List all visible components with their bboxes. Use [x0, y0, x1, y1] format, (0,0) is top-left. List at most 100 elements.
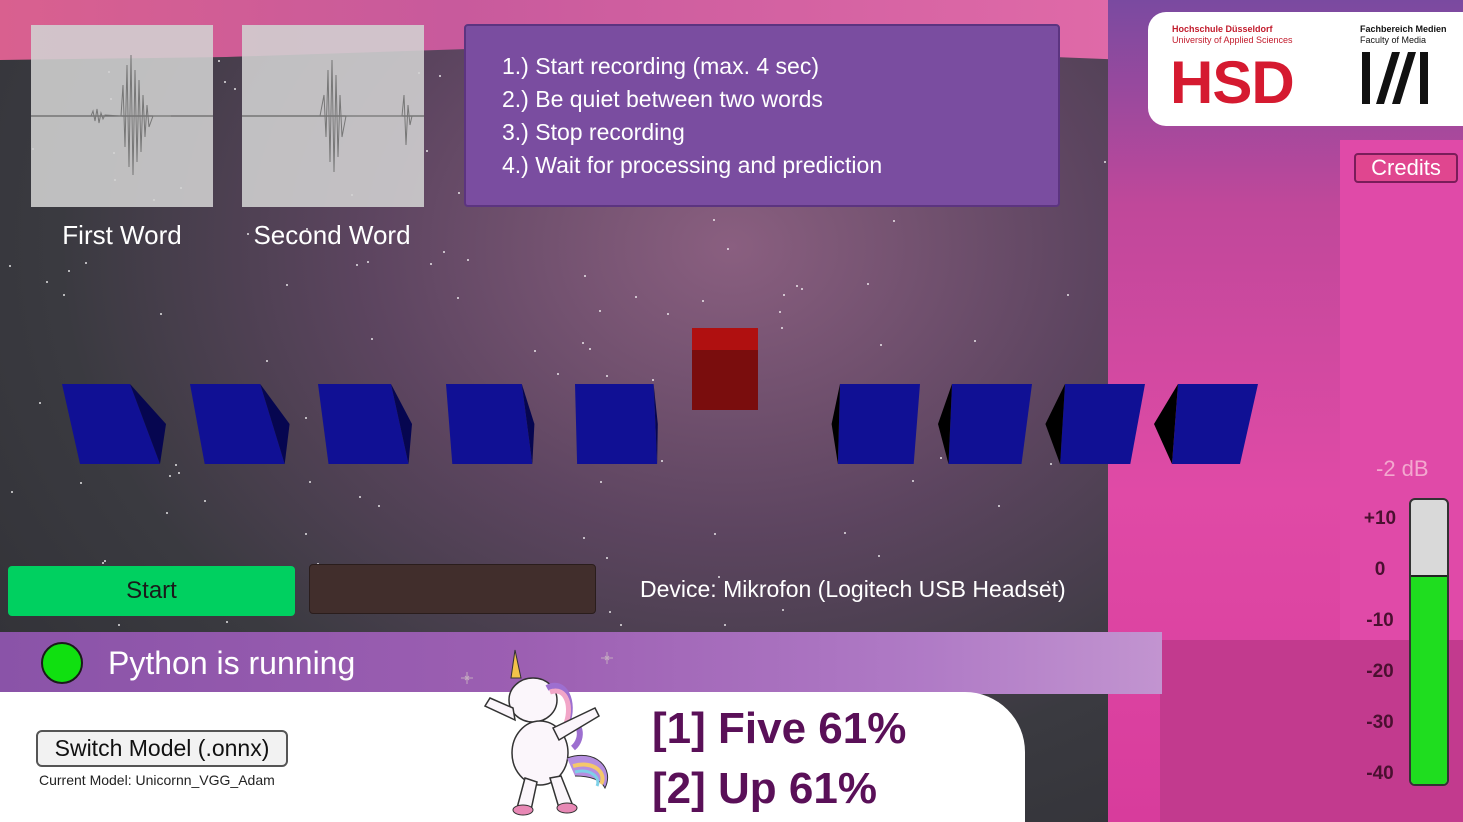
- hsd-logo-mark: HSD: [1170, 49, 1295, 116]
- faculty-name-line2: Faculty of Media: [1360, 35, 1427, 45]
- star: [599, 310, 601, 312]
- star: [458, 192, 460, 194]
- meter-scale-label: -40: [1366, 763, 1394, 784]
- star: [224, 81, 226, 83]
- hsd-name-line1: Hochschule Düsseldorf: [1172, 24, 1273, 34]
- star: [9, 265, 11, 267]
- university-logo: Hochschule Düsseldorf University of Appl…: [1148, 12, 1463, 126]
- star: [359, 496, 361, 498]
- word-cube: [1045, 384, 1145, 464]
- start-button[interactable]: Start: [8, 566, 295, 616]
- star: [378, 505, 380, 507]
- star: [783, 294, 785, 296]
- star: [600, 481, 602, 483]
- active-word-cube: [692, 328, 758, 410]
- faculty-name: Fachbereich Medien Faculty of Media: [1360, 24, 1447, 46]
- volume-meter-fill: [1411, 574, 1447, 784]
- star: [11, 491, 13, 493]
- star: [457, 297, 459, 299]
- second-word-waveform: [242, 25, 424, 207]
- star: [166, 512, 168, 514]
- star: [584, 275, 586, 277]
- star: [867, 283, 869, 285]
- hsd-name-line2: University of Applied Sciences: [1172, 35, 1293, 45]
- star: [782, 609, 784, 611]
- star: [46, 281, 48, 283]
- meter-scale: +10 0 -10 -20 -30 -40: [1360, 508, 1400, 814]
- instruction-step: 2.) Be quiet between two words: [502, 86, 823, 112]
- star: [779, 311, 781, 313]
- star: [309, 481, 311, 483]
- star: [204, 500, 206, 502]
- star: [286, 284, 288, 286]
- star: [104, 560, 106, 562]
- device-label: Device: Mikrofon (Logitech USB Headset): [640, 576, 1066, 602]
- prediction-first: [1] Five 61%: [652, 704, 907, 753]
- star: [68, 270, 70, 272]
- instruction-step: 3.) Stop recording: [502, 119, 685, 145]
- star: [234, 88, 236, 90]
- star: [305, 533, 307, 535]
- word-cube: [446, 384, 535, 464]
- word-cube: [831, 384, 920, 464]
- db-readout: -2 dB: [1376, 456, 1429, 481]
- word-cube: [190, 384, 290, 464]
- instruction-step: 4.) Wait for processing and prediction: [502, 152, 883, 178]
- star: [912, 480, 914, 482]
- star: [63, 294, 65, 296]
- star: [878, 555, 880, 557]
- word-cube: [62, 384, 166, 464]
- stop-button[interactable]: [309, 564, 596, 614]
- star: [609, 611, 611, 613]
- star: [80, 482, 82, 484]
- unicorn-mascot-icon: [461, 649, 613, 816]
- instruction-step: 1.) Start recording (max. 4 sec): [502, 53, 819, 79]
- star: [218, 60, 220, 62]
- star: [893, 220, 895, 222]
- star: [702, 300, 704, 302]
- meter-scale-label: 0: [1374, 559, 1386, 580]
- star: [724, 624, 726, 626]
- hsd-name: Hochschule Düsseldorf University of Appl…: [1172, 24, 1293, 46]
- star: [430, 263, 432, 265]
- status-indicator-icon: [41, 642, 83, 684]
- word-cube: [318, 384, 412, 464]
- instructions-panel: 1.) Start recording (max. 4 sec) 2.) Be …: [464, 24, 1060, 207]
- meter-scale-label: -10: [1366, 610, 1394, 631]
- faculty-logo-icon: [1362, 52, 1428, 104]
- star: [367, 261, 369, 263]
- star: [85, 262, 87, 264]
- star: [443, 251, 445, 253]
- first-word-label: First Word: [62, 220, 182, 250]
- star: [606, 557, 608, 559]
- star: [1067, 294, 1069, 296]
- star: [118, 624, 120, 626]
- star: [796, 285, 798, 287]
- star: [439, 75, 441, 77]
- current-model-label: Current Model: Unicornn_VGG_Adam: [39, 772, 275, 788]
- volume-meter: [1409, 498, 1449, 786]
- star: [226, 621, 228, 623]
- star: [620, 624, 622, 626]
- star: [356, 264, 358, 266]
- star: [667, 313, 669, 315]
- meter-scale-label: -20: [1366, 661, 1394, 682]
- prediction-second: [2] Up 61%: [652, 764, 877, 813]
- switch-model-button[interactable]: Switch Model (.onnx): [36, 730, 288, 767]
- star: [160, 313, 162, 315]
- credits-button[interactable]: Credits: [1354, 153, 1458, 183]
- star: [727, 248, 729, 250]
- waveform-graphic: [31, 54, 213, 176]
- second-word-label: Second Word: [253, 220, 411, 250]
- star: [714, 533, 716, 535]
- star: [844, 532, 846, 534]
- waveform-graphic: [242, 59, 424, 173]
- star: [801, 288, 803, 290]
- meter-scale-label: +10: [1363, 508, 1397, 529]
- star: [635, 296, 637, 298]
- word-cubes: [40, 320, 1300, 480]
- star: [467, 259, 469, 261]
- star: [102, 562, 104, 564]
- first-word-waveform: [31, 25, 213, 207]
- word-cube: [1154, 384, 1258, 464]
